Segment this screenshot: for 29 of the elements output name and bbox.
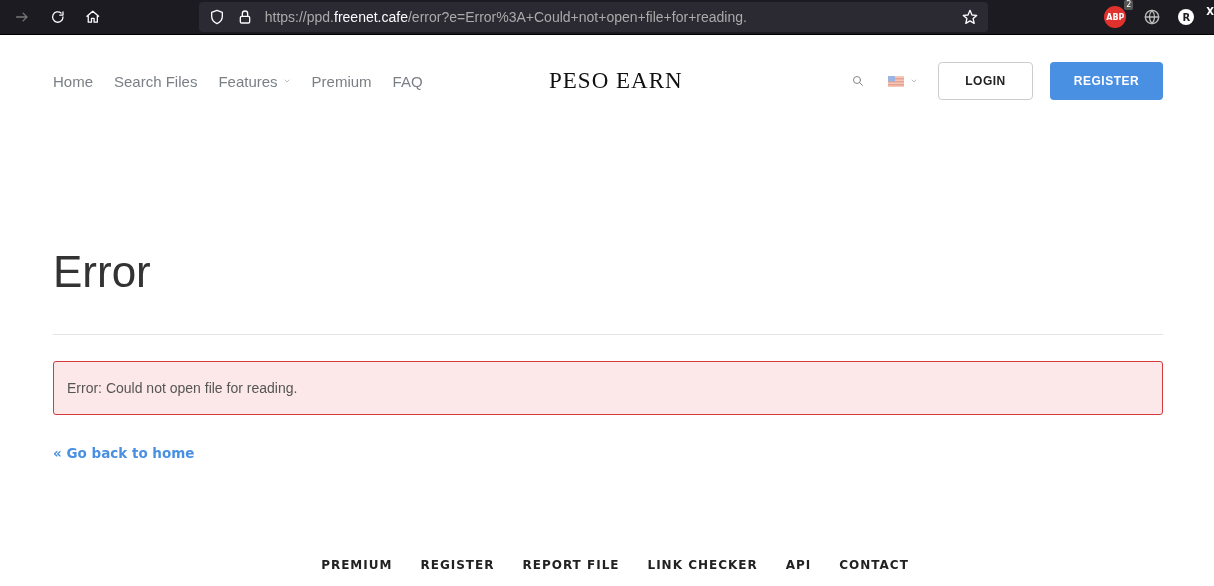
address-bar[interactable]: https://ppd.freenet.cafe/error?e=Error%3A+Could+not+open+file+for+reading. <box>198 2 989 32</box>
search-icon[interactable] <box>852 75 864 87</box>
url-text: https://ppd.freenet.cafe/error?e=Error%3A+Could+not+open+file+for+reading. <box>264 9 748 25</box>
star-icon[interactable] <box>962 9 979 25</box>
logo[interactable]: PESO EARN <box>549 68 683 94</box>
globe-icon[interactable] <box>1144 9 1161 25</box>
extension-label[interactable]: X <box>1206 6 1214 17</box>
error-alert: Error: Could not open file for reading. <box>53 361 1163 415</box>
home-icon[interactable] <box>85 9 101 25</box>
footer-link[interactable]: REPORT FILE <box>522 558 620 572</box>
nav-link[interactable]: Features <box>218 72 291 90</box>
footer-link[interactable]: PREMIUM <box>321 558 393 572</box>
nav-link[interactable]: Home <box>53 72 93 90</box>
footer-link[interactable]: API <box>785 558 812 572</box>
nav-link[interactable]: Search Files <box>114 72 198 90</box>
shield-icon <box>208 9 225 25</box>
chevron-icon <box>910 77 918 85</box>
profile-button[interactable]: R <box>1178 9 1195 25</box>
footer-link[interactable]: REGISTER <box>420 558 495 572</box>
page-title: Error <box>53 247 152 298</box>
nav-link[interactable]: Premium <box>311 72 372 90</box>
adblock-extension[interactable]: ABP <box>1104 6 1127 28</box>
chevron-icon <box>282 77 291 85</box>
login-button[interactable]: LOGIN <box>938 62 1033 100</box>
footer-link[interactable]: LINK CHECKER <box>647 558 758 572</box>
reload-icon[interactable] <box>49 9 66 25</box>
footer-link[interactable]: CONTACT <box>839 558 909 572</box>
count-badge: 2 <box>1124 0 1134 10</box>
nav-link[interactable]: FAQ <box>392 72 423 90</box>
